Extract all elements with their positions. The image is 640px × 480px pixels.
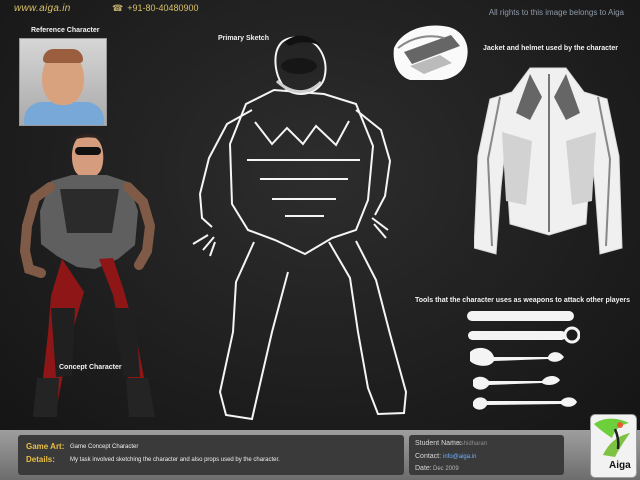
reference-shirt	[24, 102, 104, 125]
reference-photo	[19, 38, 107, 126]
jacket-icon	[473, 67, 623, 255]
brand-logo: Aiga	[591, 415, 636, 477]
game-art-value: Game Concept Character	[70, 444, 139, 450]
weapons-sketch	[462, 307, 581, 419]
tools-icon	[467, 311, 581, 410]
phone-text: +91-80-40480900	[127, 3, 199, 13]
presentation-board: www.aiga.in ☎ +91-80-40480900 All rights …	[0, 0, 640, 430]
header-bar: www.aiga.in ☎ +91-80-40480900 All rights …	[0, 0, 640, 18]
student-info-box: Student Name: Shashidharan Contact: info…	[409, 435, 564, 475]
game-art-label: Game Art:	[26, 442, 65, 451]
date-value: Dec 2009	[433, 466, 459, 472]
site-address: www.aiga.in	[14, 3, 71, 14]
tools-label: Tools that the character uses as weapons…	[415, 297, 630, 304]
concept-character-figure	[19, 133, 156, 417]
details-value: My task involved sketching the character…	[70, 457, 280, 463]
contact-label: Contact:	[415, 453, 442, 460]
student-name-value: Shashidharan	[450, 441, 488, 447]
logo-text: Aiga	[609, 460, 631, 471]
reference-hair	[43, 49, 83, 63]
jacket-sketch	[473, 64, 624, 256]
helmet-icon	[393, 25, 468, 80]
primary-sketch-figure	[192, 35, 408, 421]
helmet-sketch	[390, 22, 472, 84]
phone-number: ☎ +91-80-40480900	[112, 3, 199, 14]
phone-icon: ☎	[112, 3, 124, 13]
reference-label: Reference Character	[31, 27, 100, 34]
brand-logo-icon	[594, 418, 630, 457]
details-label: Details:	[26, 455, 55, 464]
date-label: Date:	[415, 465, 432, 472]
rights-notice: All rights to this image belongs to Aiga	[488, 8, 624, 17]
jacket-label: Jacket and helmet used by the character	[483, 45, 618, 52]
contact-link[interactable]: info@aiga.in	[443, 454, 476, 460]
footer-panel: Game Art: Game Concept Character Details…	[0, 430, 640, 480]
project-details-box: Game Art: Game Concept Character Details…	[18, 435, 404, 475]
concept-label: Concept Character	[59, 364, 122, 371]
